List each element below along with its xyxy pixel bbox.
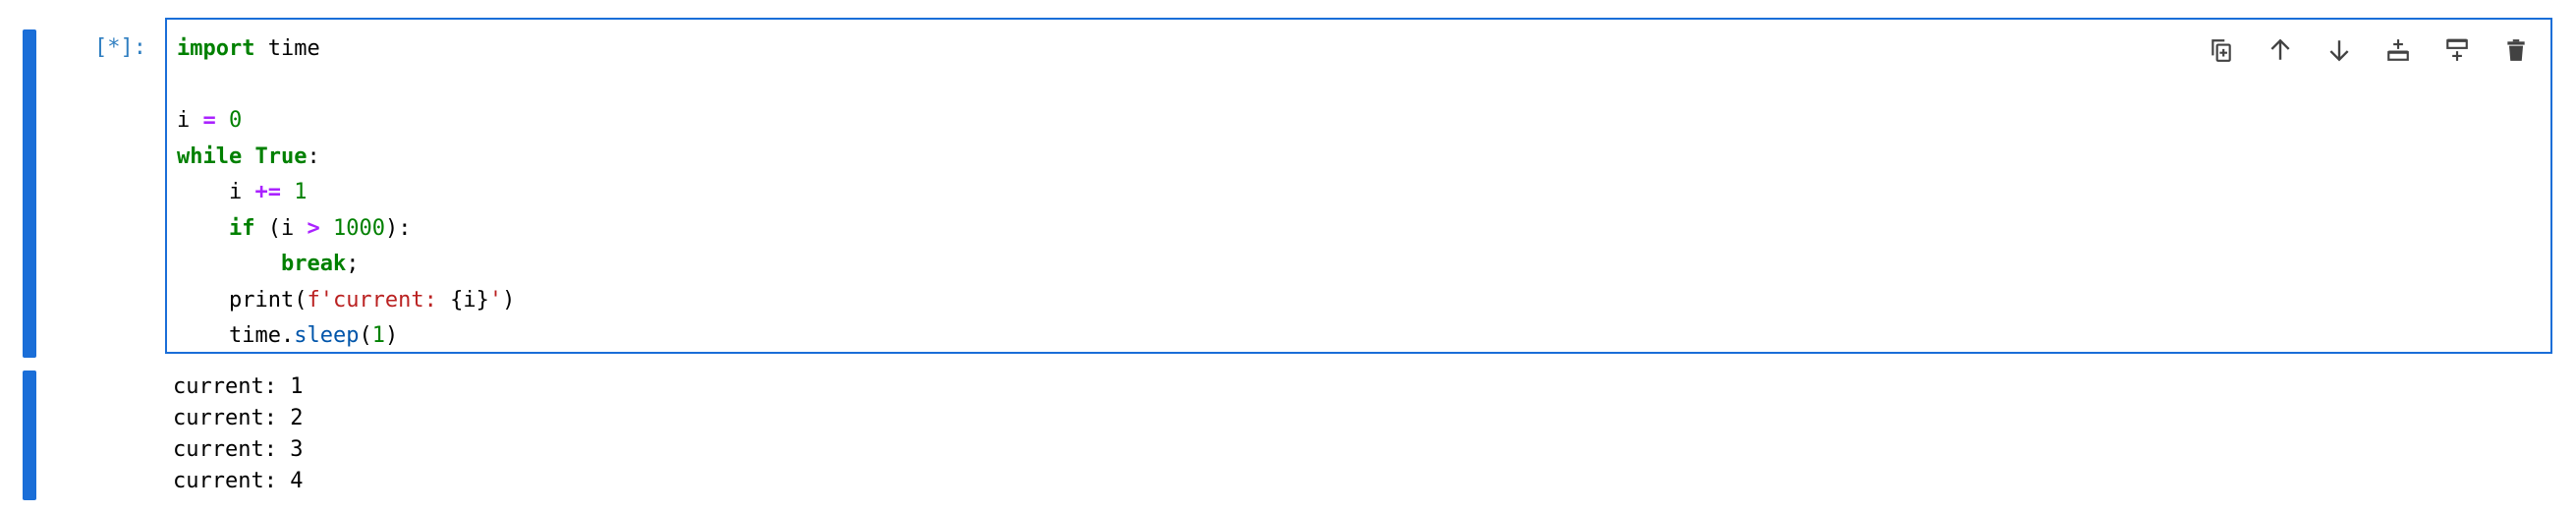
move-down-button[interactable]	[2319, 29, 2360, 71]
code-token: i	[177, 180, 255, 204]
code-token: print(	[177, 287, 308, 313]
code-token: 1	[280, 180, 308, 204]
code-token: import	[177, 36, 255, 61]
insert-above-icon	[2387, 39, 2409, 61]
insert-below-icon	[2446, 38, 2468, 61]
code-token: (i	[254, 215, 308, 241]
code-editor[interactable]: import time i = 0 while True: i += 1 if …	[165, 18, 2552, 354]
code-token: while	[177, 143, 243, 169]
code-token: 1	[371, 323, 385, 348]
code-text[interactable]: import time i = 0 while True: i += 1 if …	[177, 31, 515, 355]
code-token: f'current:	[307, 287, 451, 313]
code-token: 0	[215, 108, 243, 133]
arrow-down-icon	[2329, 40, 2349, 62]
code-token: sleep	[294, 323, 360, 348]
code-token: True	[242, 143, 308, 169]
duplicate-button[interactable]	[2201, 29, 2242, 71]
duplicate-icon	[2212, 39, 2231, 62]
code-token: time	[254, 36, 320, 61]
code-token: ;	[346, 252, 360, 276]
trash-icon	[2507, 39, 2525, 61]
code-token: if	[228, 215, 255, 241]
arrow-up-icon	[2270, 38, 2290, 60]
code-token: =	[202, 108, 216, 133]
output-line: current: 1	[173, 374, 304, 399]
code-token: time.	[177, 323, 295, 348]
insert-above-button[interactable]	[2378, 29, 2419, 71]
cell-active-bar[interactable]	[23, 29, 36, 358]
code-token: i	[177, 108, 203, 133]
code-token: )	[384, 323, 399, 348]
output-line: current: 3	[173, 437, 304, 462]
output-line: current: 2	[173, 406, 304, 430]
cell-toolbar	[2201, 29, 2537, 71]
delete-button[interactable]	[2495, 29, 2537, 71]
code-token: )	[502, 287, 516, 313]
code-token: ):	[384, 215, 412, 241]
code-token: break	[280, 252, 347, 276]
code-token: '	[488, 287, 503, 313]
code-token: :	[307, 143, 320, 169]
output-collapse-bar[interactable]	[23, 370, 36, 500]
output-line: current: 4	[173, 469, 304, 493]
code-token: +=	[254, 180, 281, 204]
notebook: [*]: import time i = 0 while True: i += …	[0, 0, 2576, 513]
code-token: 1000	[319, 215, 385, 241]
code-token: >	[307, 215, 320, 241]
code-token: {i}	[450, 287, 489, 313]
code-token: (	[359, 323, 372, 348]
cell-prompt: [*]:	[94, 35, 146, 60]
move-up-button[interactable]	[2260, 29, 2301, 71]
insert-below-button[interactable]	[2436, 29, 2478, 71]
cell-output: current: 1 current: 2 current: 3 current…	[173, 371, 303, 497]
